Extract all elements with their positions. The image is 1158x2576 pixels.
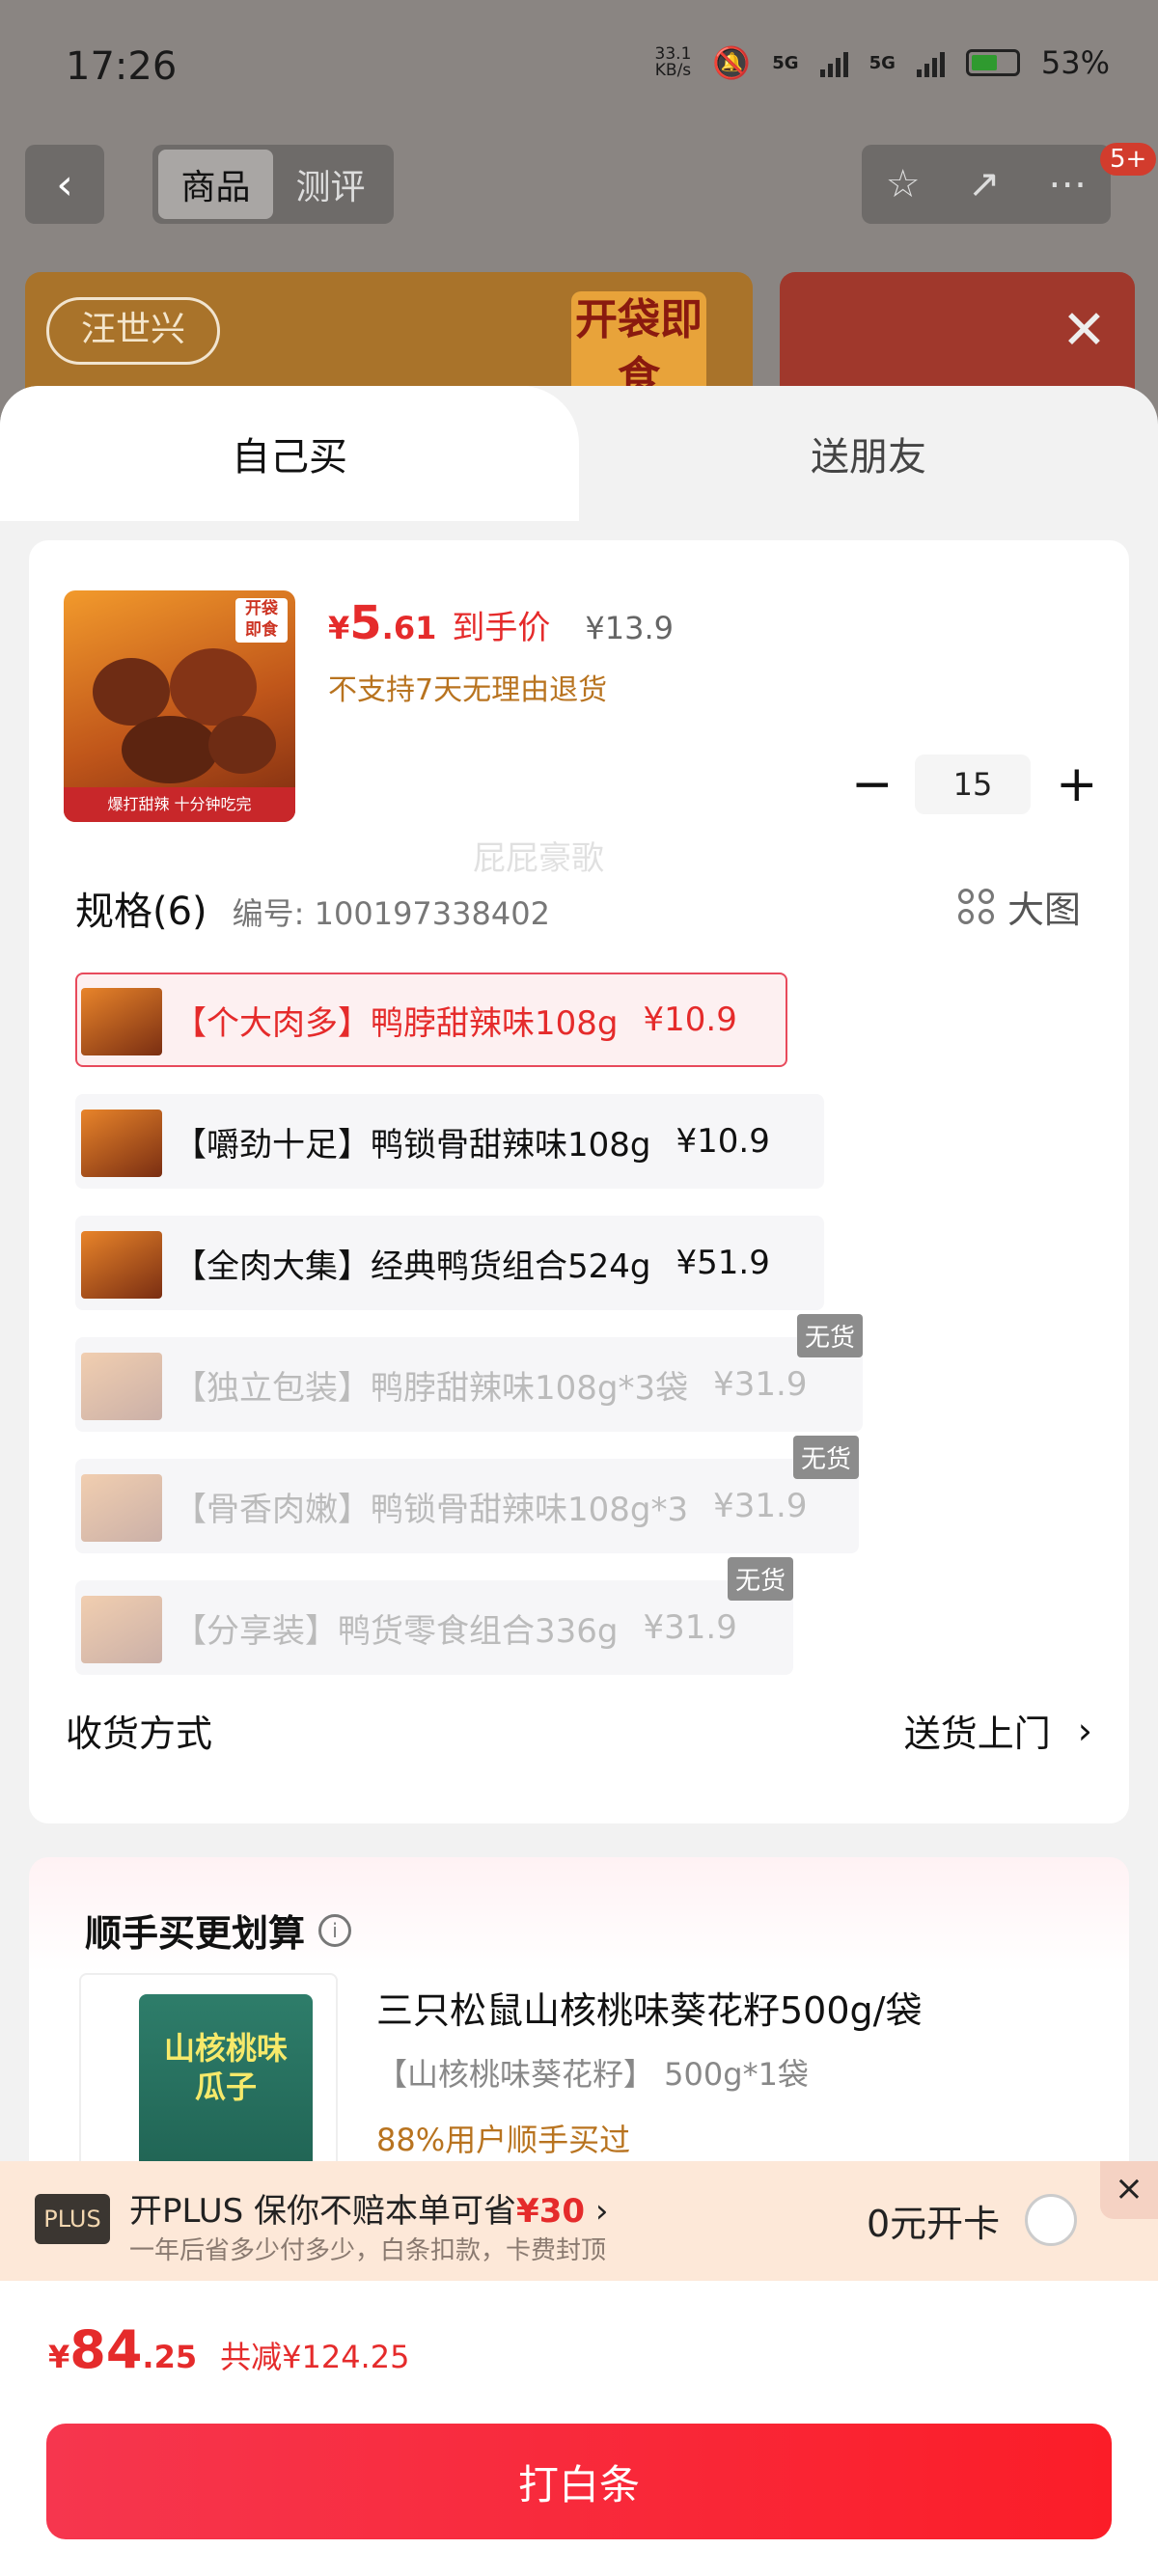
- product-tabs: 商品 测评: [152, 145, 394, 224]
- pay-baitiao-button[interactable]: 打白条: [46, 2424, 1112, 2539]
- brand-logo: 汪世兴: [46, 297, 220, 365]
- product-image[interactable]: 开袋 即食 爆打甜辣 十分钟吃完: [64, 590, 295, 822]
- tab-buy-self[interactable]: 自己买: [0, 386, 579, 521]
- delivery-value: 送货上门 ›: [903, 1709, 1092, 1756]
- product-image-footer: 爆打甜辣 十分钟吃完: [64, 787, 295, 822]
- banner-sticker: 开袋即食: [571, 291, 706, 402]
- return-policy: 不支持7天无理由退货: [328, 673, 608, 707]
- spec-thumb: [81, 1110, 162, 1177]
- network-5g-label-2: 5G: [868, 52, 896, 73]
- recommendation-name[interactable]: 三只松鼠山核桃味葵花籽500g/袋: [376, 1981, 922, 2034]
- spec-option-price: ¥10.9: [643, 1000, 737, 1039]
- close-icon[interactable]: ×: [1100, 2161, 1158, 2219]
- info-icon[interactable]: i: [318, 1913, 352, 1947]
- spec-option-label: 【骨香肉嫩】鸭锁骨甜辣味108g*3: [174, 1490, 689, 1529]
- recommendation-bought: 88%用户顺手买过: [376, 2122, 631, 2158]
- sku-card: 开袋 即食 爆打甜辣 十分钟吃完 ¥5.61 到手价 ¥13.9 不支持7天无理…: [29, 540, 1129, 1823]
- spec-title: 规格(6): [75, 890, 207, 934]
- mute-icon: 🔕: [712, 44, 752, 81]
- plus-banner: PLUS 开PLUS 保你不赔本单可省¥30 › 一年后省多少付多少，白条扣款，…: [0, 2161, 1158, 2281]
- recommendation-title: 顺手买更划算 i: [85, 1904, 352, 1957]
- network-5g-label-1: 5G: [772, 52, 799, 73]
- final-price: ¥5.61: [328, 596, 437, 650]
- recommendation-spec[interactable]: 【山核桃味葵花籽】 500g*1袋: [376, 2050, 809, 2095]
- tab-review[interactable]: 测评: [273, 159, 388, 209]
- grid-icon: [957, 889, 994, 924]
- signal-icon-2: [916, 48, 945, 77]
- status-icons: 33.1 KB/s 🔕 5G 5G 53%: [655, 44, 1110, 81]
- spec-thumb: [81, 1596, 162, 1663]
- spec-header: 规格(6) 编号: 100197338402: [75, 880, 550, 936]
- decrease-button[interactable]: −: [851, 755, 894, 813]
- signal-icon: [819, 48, 848, 77]
- battery-percent: 53%: [1040, 44, 1110, 81]
- chevron-left-icon: ‹: [56, 159, 73, 209]
- out-of-stock-badge: 无货: [727, 1557, 793, 1601]
- status-bar: 17:26 33.1 KB/s 🔕 5G 5G 53%: [0, 0, 1158, 135]
- spec-option-label: 【个大肉多】鸭脖甜辣味108g: [174, 1003, 619, 1043]
- spec-option[interactable]: 【嚼劲十足】鸭锁骨甜辣味108g ¥10.9: [75, 1094, 824, 1189]
- battery-icon: [965, 49, 1020, 76]
- spec-option-label: 【独立包装】鸭脖甜辣味108g*3袋: [174, 1368, 689, 1408]
- spec-thumb: [81, 1474, 162, 1542]
- big-image-button[interactable]: 大图: [957, 880, 1081, 933]
- buy-mode-tabs: 自己买 送朋友: [0, 386, 1158, 521]
- out-of-stock-badge: 无货: [792, 1436, 859, 1479]
- spec-option[interactable]: 【骨香肉嫩】鸭锁骨甜辣味108g*3 ¥31.9 无货: [75, 1436, 859, 1553]
- original-price: ¥13.9: [585, 610, 674, 646]
- spec-thumb: [81, 1353, 162, 1420]
- spec-option-price: ¥31.9: [643, 1608, 737, 1647]
- recommendation-card: 顺手买更划算 i 山核桃味 瓜子 三只松鼠山核桃味葵花籽500g/袋 【山核桃味…: [29, 1857, 1129, 2205]
- delivery-label: 收货方式: [66, 1713, 213, 1755]
- tab-product[interactable]: 商品: [158, 150, 273, 219]
- product-code: 编号: 100197338402: [232, 895, 550, 932]
- watermark: 屁屁豪歌: [473, 839, 604, 878]
- plus-subtitle: 一年后省多少付多少，白条扣款，卡费封顶: [129, 2236, 607, 2265]
- spec-option[interactable]: 【全肉大集】经典鸭货组合524g ¥51.9: [75, 1216, 824, 1310]
- quantity-stepper: − 15 +: [851, 754, 1098, 814]
- chevron-right-icon: ›: [1077, 1709, 1092, 1752]
- product-image-label: 开袋 即食: [235, 598, 288, 643]
- spec-option-price: ¥31.9: [713, 1365, 808, 1404]
- spec-option-price: ¥51.9: [676, 1244, 770, 1282]
- spec-option-label: 【嚼劲十足】鸭锁骨甜辣味108g: [174, 1125, 651, 1165]
- total-discount: 共减¥124.25: [220, 2339, 410, 2375]
- spec-option-price: ¥10.9: [676, 1122, 770, 1161]
- star-icon[interactable]: ☆: [886, 162, 921, 206]
- quantity-input[interactable]: 15: [915, 754, 1031, 814]
- spec-option[interactable]: 【独立包装】鸭脖甜辣味108g*3袋 ¥31.9 无货: [75, 1314, 863, 1432]
- big-image-label: 大图: [1006, 889, 1081, 931]
- spec-option-label: 【全肉大集】经典鸭货组合524g: [174, 1247, 651, 1286]
- checkout-bar: ¥84.25 共减¥124.25 打白条: [0, 2281, 1158, 2576]
- plus-open-radio[interactable]: [1025, 2194, 1077, 2246]
- price-line: ¥5.61 到手价 ¥13.9: [328, 596, 674, 650]
- spec-thumb: [81, 1231, 162, 1299]
- back-button[interactable]: ‹: [25, 145, 104, 224]
- nav-actions: ☆ ↗ ⋯: [862, 145, 1111, 224]
- spec-option[interactable]: 【个大肉多】鸭脖甜辣味108g ¥10.9: [75, 973, 787, 1067]
- final-price-label: 到手价: [452, 609, 551, 647]
- message-badge: 5+: [1100, 143, 1157, 176]
- spec-option-label: 【分享装】鸭货零食组合336g: [174, 1611, 619, 1651]
- total-price: ¥84.25 共减¥124.25: [48, 2319, 409, 2380]
- plus-open-label: 0元开卡: [867, 2203, 1001, 2245]
- more-icon[interactable]: ⋯: [1048, 162, 1087, 206]
- tab-gift-friend[interactable]: 送朋友: [579, 386, 1158, 521]
- delivery-method-row[interactable]: 收货方式 送货上门 ›: [66, 1704, 1092, 1757]
- total-amount: ¥84.25: [48, 2319, 198, 2380]
- plus-badge: PLUS: [35, 2194, 110, 2244]
- spec-thumb: [81, 988, 162, 1055]
- out-of-stock-badge: 无货: [796, 1314, 863, 1357]
- increase-button[interactable]: +: [1056, 755, 1098, 813]
- spec-option-price: ¥31.9: [713, 1487, 808, 1525]
- plus-title[interactable]: 开PLUS 保你不赔本单可省¥30 ›: [129, 2184, 608, 2232]
- share-icon[interactable]: ↗: [968, 162, 1001, 206]
- net-speed: 33.1 KB/s: [654, 44, 692, 80]
- plus-save-amount: ¥30: [516, 2192, 586, 2231]
- close-icon[interactable]: ✕: [1062, 299, 1107, 362]
- status-time: 17:26: [66, 44, 178, 89]
- spec-option[interactable]: 【分享装】鸭货零食组合336g ¥31.9 无货: [75, 1557, 793, 1675]
